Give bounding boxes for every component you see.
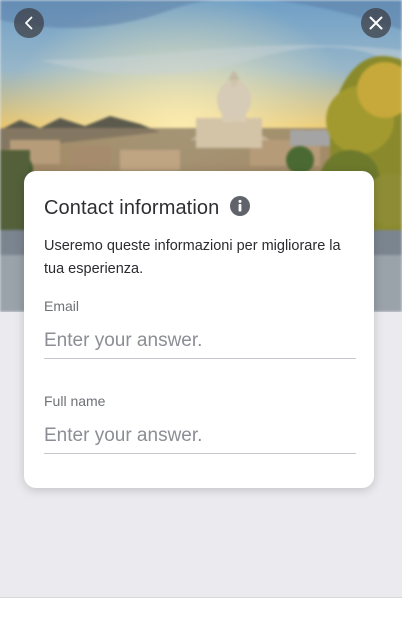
card-header: Contact information (44, 195, 251, 220)
full-name-label: Full name (44, 393, 106, 409)
card-title: Contact information (44, 197, 220, 219)
chevron-left-icon (25, 16, 33, 30)
back-button[interactable] (14, 8, 44, 38)
close-button[interactable] (361, 8, 391, 38)
divider (0, 597, 402, 598)
close-icon (369, 16, 383, 30)
contact-form-card: Contact information Useremo queste infor… (24, 171, 374, 488)
form-panel: Contact information Useremo queste infor… (0, 0, 402, 597)
full-name-field[interactable] (44, 419, 356, 454)
email-field[interactable] (44, 324, 356, 359)
form-description: Useremo queste informazioni per migliora… (44, 238, 341, 277)
email-label: Email (44, 298, 80, 314)
info-icon[interactable] (230, 195, 251, 216)
